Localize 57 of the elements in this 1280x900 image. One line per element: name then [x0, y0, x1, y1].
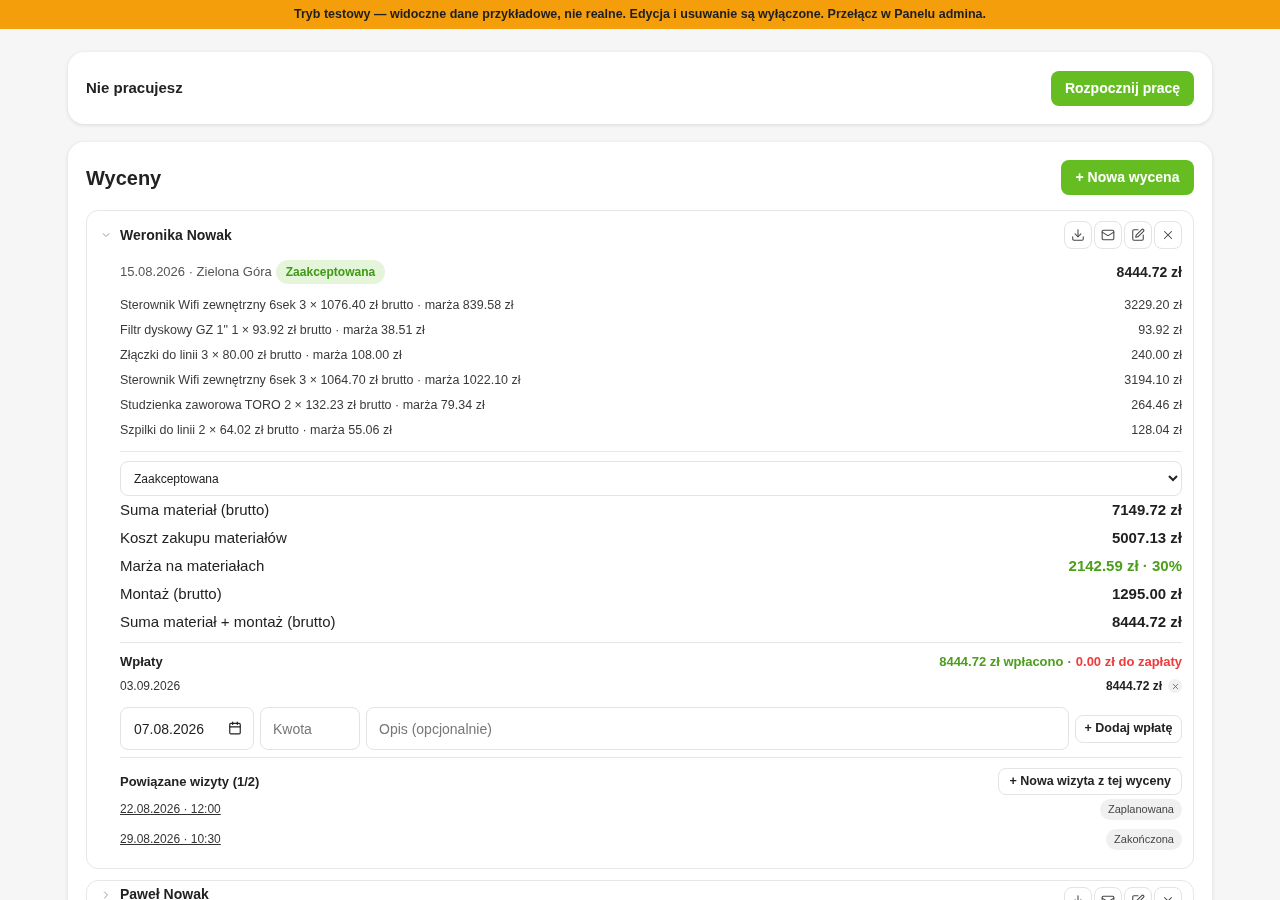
visits-title: Powiązane wizyty (1/2) — [120, 772, 260, 791]
summary-value: 7149.72 zł — [1111, 499, 1182, 520]
status-select[interactable]: Zaakceptowana — [120, 461, 1182, 496]
summary-label: Marża na materiałach — [120, 555, 265, 576]
download-icon — [1071, 228, 1085, 242]
summary-label: Montaż (brutto) — [120, 583, 222, 604]
visit-status-badge: Zaplanowana — [1099, 798, 1182, 820]
item-amount: 264.46 zł — [1131, 397, 1182, 415]
separator-dot: · — [1067, 653, 1072, 672]
add-payment-button[interactable]: + Dodaj wpłatę — [1075, 714, 1182, 743]
payments-title: Wpłaty — [120, 653, 163, 672]
new-visit-button[interactable]: + Nowa wizyta z tej wyceny — [998, 768, 1182, 795]
summary-value: 5007.13 zł — [1111, 527, 1182, 548]
item-amount: 3194.10 zł — [1124, 372, 1182, 390]
item-amount: 240.00 zł — [1131, 347, 1182, 365]
summary-value: 1295.00 zł — [1111, 583, 1182, 604]
edit-button[interactable] — [1124, 221, 1152, 249]
client-name: Paweł Nowak — [120, 887, 209, 900]
summary-label: Suma materiał (brutto) — [120, 499, 270, 520]
status-badge: Zaakceptowana — [275, 260, 386, 284]
visit-status-badge: Zakończona — [1106, 828, 1182, 850]
quote-total: 8444.72 zł — [1116, 262, 1182, 282]
item-description: Złączki do linii 3 × 80.00 zł brutto · marża 108.00 zł — [120, 347, 402, 365]
remove-payment-button[interactable] — [1168, 679, 1182, 693]
quote-date-location: 15.08.2026 · Zielona Góra — [120, 263, 272, 282]
calendar-icon[interactable] — [228, 721, 242, 735]
summary-label: Suma materiał + montaż (brutto) — [120, 611, 336, 632]
edit-icon — [1131, 228, 1145, 242]
paid-amount: 8444.72 zł wpłacono — [939, 653, 1064, 672]
summary-label: Koszt zakupu materiałów — [120, 527, 287, 548]
item-description: Sterownik Wifi zewnętrzny 6sek 3 × 1064.70 zł brutto · marża 1022.10 zł — [120, 372, 521, 390]
close-icon — [1161, 228, 1175, 242]
close-icon — [1170, 681, 1180, 691]
section-title: Wyceny — [86, 165, 162, 191]
amount-field[interactable]: Kwota — [260, 707, 360, 750]
item-description: Szpilki do linii 2 × 64.02 zł brutto · marża 55.06 zł — [120, 422, 392, 440]
payment-amount: 8444.72 zł — [1105, 678, 1162, 695]
item-description: Sterownik Wifi zewnętrzny 6sek 3 × 1076.40 zł brutto · marża 839.58 zł — [120, 297, 514, 315]
client-name: Weronika Nowak — [120, 225, 232, 245]
summary-value: 8444.72 zł — [1111, 611, 1182, 632]
item-amount: 93.92 zł — [1138, 322, 1182, 340]
work-status-label: Nie pracujesz — [86, 77, 183, 98]
due-amount: 0.00 zł do zapłaty — [1075, 653, 1182, 672]
download-button[interactable] — [1064, 221, 1092, 249]
visit-link[interactable]: 22.08.2026 · 12:00 — [120, 800, 221, 818]
item-description: Studzienka zaworowa TORO 2 × 132.23 zł brutto · marża 79.34 zł — [120, 397, 485, 415]
summary-value: 2142.59 zł · 30% — [1068, 555, 1182, 576]
item-description: Filtr dyskowy GZ 1" 1 × 93.92 zł brutto · marża 38.51 zł — [120, 322, 425, 340]
item-amount: 3229.20 zł — [1124, 297, 1182, 315]
description-field[interactable]: Opis (opcjonalnie) — [366, 707, 1069, 750]
mail-icon — [1101, 228, 1115, 242]
payment-date: 03.09.2026 — [120, 678, 181, 695]
visit-link[interactable]: 29.08.2026 · 10:30 — [120, 830, 221, 848]
date-field[interactable]: 07.08.2026 — [120, 707, 254, 750]
mail-button[interactable] — [1094, 221, 1122, 249]
test-mode-banner: Tryb testowy — widoczne dane przykładowe, nie realne. Edycja i usuwanie są wyłączone. Przełącz w Panelu admina. — [0, 0, 1280, 29]
item-amount: 128.04 zł — [1131, 422, 1182, 440]
